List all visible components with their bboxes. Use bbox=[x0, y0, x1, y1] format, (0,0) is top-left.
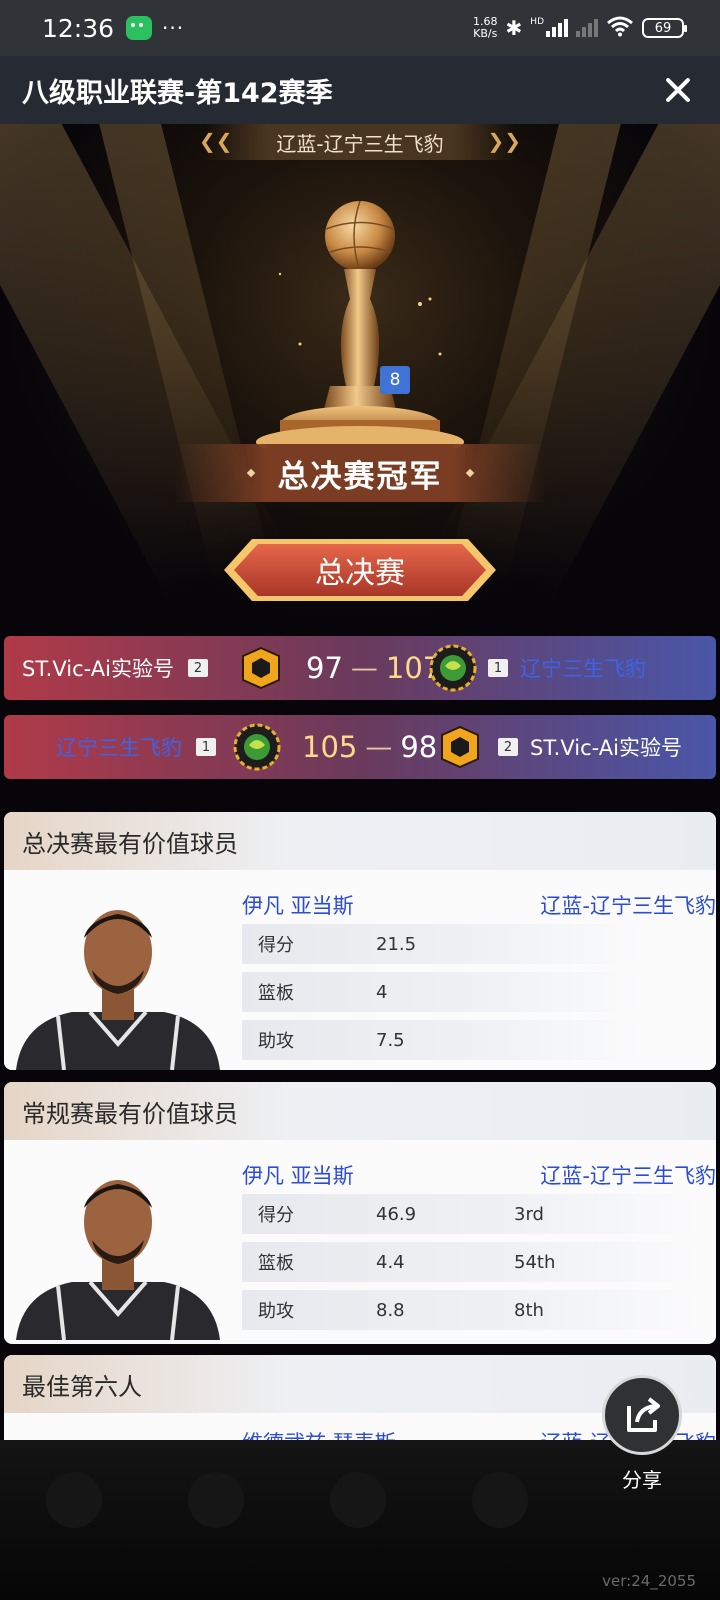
version-label: ver:24_2055 bbox=[602, 1572, 696, 1590]
away-team-name: 辽宁三生飞豹 bbox=[520, 657, 646, 681]
bottom-nav-placeholder bbox=[330, 1472, 386, 1528]
dragon-logo-icon bbox=[233, 723, 281, 771]
stat-rank: 8th bbox=[514, 1299, 544, 1321]
close-icon[interactable] bbox=[658, 70, 698, 110]
sparkle-icon bbox=[246, 468, 255, 478]
sparkle-icon bbox=[465, 468, 474, 478]
away-seed-badge: 1 bbox=[488, 659, 508, 677]
champion-title: 总决赛冠军 bbox=[277, 458, 443, 495]
away-team-name: ST.Vic-Ai实验号 bbox=[530, 736, 682, 760]
game-score: 105 — 98 bbox=[302, 715, 437, 779]
stat-rank: 3rd bbox=[514, 1203, 544, 1225]
champion-title-bar: 总决赛冠军 bbox=[175, 444, 545, 502]
player-team[interactable]: 辽蓝-辽宁三生飞豹 bbox=[540, 890, 716, 920]
stat-value: 46.9 bbox=[376, 1203, 417, 1225]
away-seed-badge: 2 bbox=[498, 738, 518, 756]
battery-level: 69 bbox=[654, 20, 672, 36]
battery-icon: 69 bbox=[642, 18, 687, 38]
game-score: 97 — 107 bbox=[306, 636, 441, 700]
share-label: 分享 bbox=[622, 1468, 662, 1492]
card-title: 常规赛最有价值球员 bbox=[4, 1082, 716, 1140]
share-button[interactable] bbox=[602, 1375, 682, 1455]
bottom-nav-placeholder bbox=[188, 1472, 244, 1528]
hd-label: HD bbox=[530, 16, 544, 27]
stat-label: 篮板 bbox=[258, 1253, 294, 1274]
away-team: 2 ST.Vic-Ai实验号 bbox=[498, 715, 682, 779]
title-bar: 八级职业联赛-第142赛季 bbox=[0, 56, 720, 124]
home-score: 97 bbox=[306, 651, 343, 685]
status-time: 12:36 bbox=[42, 13, 115, 43]
stat-row: 助攻 8.8 8th bbox=[242, 1290, 702, 1330]
finals-tab-label: 总决赛 bbox=[315, 556, 405, 591]
season-rank-badge: 8 bbox=[380, 366, 410, 394]
status-bar: 12:36 ··· 1.68 KB/s ✱ HD 69 bbox=[0, 0, 720, 56]
home-team: 辽宁三生飞豹 1 bbox=[56, 715, 216, 779]
stat-label: 得分 bbox=[258, 1205, 294, 1226]
stat-label: 助攻 bbox=[258, 1301, 294, 1322]
away-team: 1 辽宁三生飞豹 bbox=[488, 636, 646, 700]
team-logo-icon bbox=[441, 726, 479, 768]
network-speed: 1.68 KB/s bbox=[473, 16, 498, 40]
home-seed-badge: 2 bbox=[187, 659, 208, 677]
stat-value: 7.5 bbox=[376, 1029, 405, 1051]
player-name[interactable]: 伊凡 亚当斯 bbox=[242, 1160, 354, 1190]
card-title: 总决赛最有价值球员 bbox=[4, 812, 716, 870]
score-separator: — bbox=[365, 731, 393, 763]
net-speed-unit: KB/s bbox=[473, 27, 498, 40]
wifi-icon bbox=[606, 15, 634, 42]
stat-label: 助攻 bbox=[258, 1031, 294, 1052]
home-team-name: ST.Vic-Ai实验号 bbox=[22, 657, 174, 681]
dragon-logo-icon bbox=[429, 644, 477, 692]
signal-2-icon bbox=[576, 19, 598, 37]
bluetooth-icon: ✱ bbox=[505, 16, 523, 40]
game-result-row[interactable]: ST.Vic-Ai实验号 2 97 — 107 1 辽宁三生飞豹 bbox=[4, 636, 716, 700]
page-title: 八级职业联赛-第142赛季 bbox=[22, 77, 333, 109]
team-logo-icon bbox=[242, 647, 280, 689]
stat-row: 篮板 4 bbox=[242, 972, 642, 1012]
home-seed-badge: 1 bbox=[196, 738, 216, 756]
bottom-nav-placeholder bbox=[472, 1472, 528, 1528]
player-team[interactable]: 辽蓝-辽宁三生飞豹 bbox=[540, 1160, 716, 1190]
stat-value: 4.4 bbox=[376, 1251, 405, 1273]
signal-icon bbox=[546, 19, 568, 37]
player-portrait bbox=[16, 1180, 220, 1340]
wechat-notification-icon bbox=[126, 16, 153, 40]
player-name[interactable]: 伊凡 亚当斯 bbox=[242, 890, 354, 920]
stat-row: 篮板 4.4 54th bbox=[242, 1242, 702, 1282]
bottom-nav-placeholder bbox=[46, 1472, 102, 1528]
home-score: 105 bbox=[302, 730, 358, 764]
share-icon bbox=[627, 1397, 660, 1432]
finals-mvp-card[interactable]: 总决赛最有价值球员 伊凡 亚当斯 辽蓝-辽宁三生飞豹 得分 21.5 篮板 4 … bbox=[4, 812, 716, 1070]
stat-value: 8.8 bbox=[376, 1299, 405, 1321]
away-score: 98 bbox=[400, 730, 438, 764]
more-notifications-icon: ··· bbox=[162, 16, 185, 40]
score-separator: — bbox=[350, 652, 378, 684]
game-result-row[interactable]: 辽宁三生飞豹 1 105 — 98 2 ST.Vic-Ai实验号 bbox=[4, 715, 716, 779]
home-team-name: 辽宁三生飞豹 bbox=[56, 736, 182, 760]
home-team: ST.Vic-Ai实验号 2 bbox=[22, 636, 208, 700]
stat-value: 21.5 bbox=[376, 933, 417, 955]
player-portrait bbox=[16, 910, 220, 1070]
stat-value: 4 bbox=[376, 981, 388, 1003]
stat-label: 篮板 bbox=[258, 983, 294, 1004]
finals-tab-button[interactable]: 总决赛 bbox=[222, 537, 498, 603]
stat-row: 得分 46.9 3rd bbox=[242, 1194, 702, 1234]
champion-hero: 辽蓝-辽宁三生飞豹 8 总决赛冠军 总决赛 bbox=[0, 124, 720, 624]
regular-season-mvp-card[interactable]: 常规赛最有价值球员 伊凡 亚当斯 辽蓝-辽宁三生飞豹 得分 46.9 3rd 篮… bbox=[4, 1082, 716, 1344]
stat-label: 得分 bbox=[258, 935, 294, 956]
stat-row: 助攻 7.5 bbox=[242, 1020, 642, 1060]
stat-rank: 54th bbox=[514, 1251, 556, 1273]
stat-row: 得分 21.5 bbox=[242, 924, 642, 964]
